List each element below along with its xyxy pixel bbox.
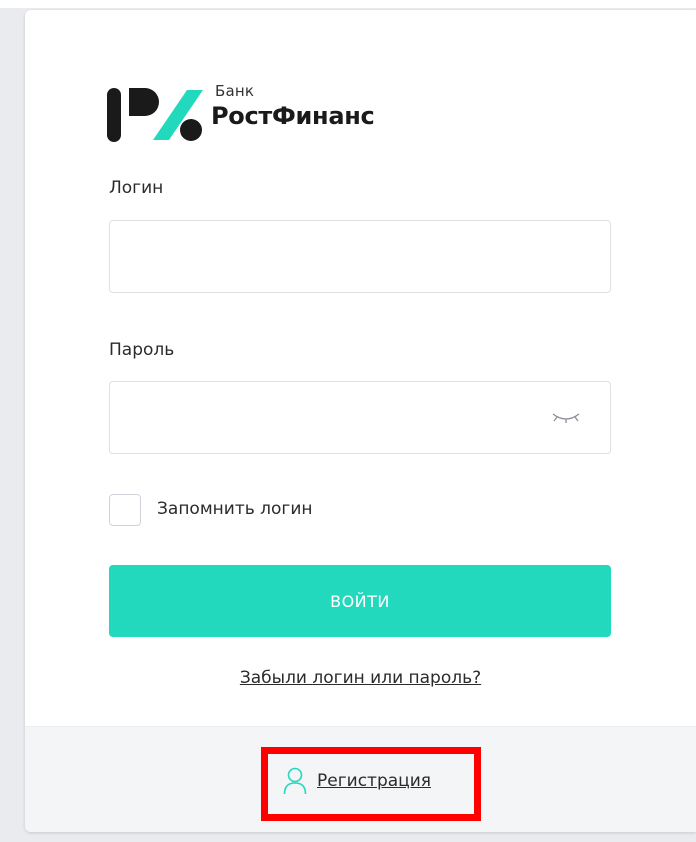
user-icon bbox=[283, 767, 307, 795]
password-label: Пароль bbox=[109, 340, 175, 360]
registration-label: Регистрация bbox=[317, 771, 431, 791]
bank-small-label: Банк bbox=[215, 82, 255, 100]
card-footer: Регистрация bbox=[25, 726, 696, 832]
eye-closed-icon[interactable] bbox=[551, 408, 581, 428]
forgot-password-link[interactable]: Забыли логин или пароль? bbox=[240, 668, 481, 688]
login-button[interactable]: ВОЙТИ bbox=[109, 565, 611, 637]
remember-checkbox[interactable] bbox=[109, 494, 141, 526]
top-strip bbox=[0, 0, 696, 8]
login-card: Банк РостФинанс Логин Пароль Запомнить л… bbox=[25, 10, 696, 832]
login-label: Логин bbox=[109, 178, 164, 198]
bank-name: РостФинанс bbox=[211, 102, 375, 130]
registration-link[interactable]: Регистрация bbox=[283, 767, 431, 795]
login-input[interactable] bbox=[109, 220, 611, 293]
forgot-link-wrapper: Забыли логин или пароль? bbox=[25, 668, 696, 688]
bank-logo: Банк РостФинанс bbox=[107, 82, 397, 142]
password-input[interactable] bbox=[109, 381, 611, 454]
remember-label: Запомнить логин bbox=[157, 499, 313, 519]
logo-mark-icon bbox=[107, 88, 203, 142]
